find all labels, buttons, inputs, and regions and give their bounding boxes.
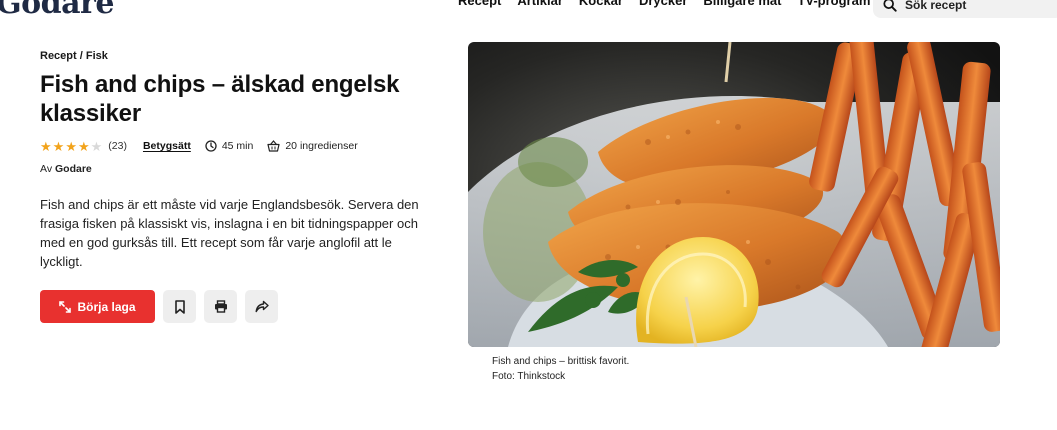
- image-credit: Foto: Thinkstock: [492, 371, 566, 382]
- nav-item-drycker[interactable]: Drycker: [639, 0, 687, 8]
- basket-icon: [267, 140, 280, 152]
- recipe-hero-image: [468, 42, 1000, 347]
- star-icon: ★: [90, 138, 103, 154]
- breadcrumb-recept[interactable]: Recept: [40, 50, 77, 62]
- share-button[interactable]: [245, 290, 278, 323]
- save-recipe-button[interactable]: [163, 290, 196, 323]
- author-name[interactable]: Godare: [55, 163, 92, 175]
- rating-count: (23): [108, 140, 127, 152]
- ingredient-count-value: 20 ingredienser: [285, 140, 358, 152]
- star-icon: ★: [65, 138, 77, 154]
- nav-item-artiklar[interactable]: Artiklar: [517, 0, 563, 8]
- start-cooking-label: Börja laga: [77, 299, 136, 314]
- nav-item-tv-program[interactable]: TV-program: [797, 0, 870, 8]
- print-button[interactable]: [204, 290, 237, 323]
- nav-item-kockar[interactable]: Kockar: [579, 0, 623, 8]
- image-caption-text: Fish and chips – brittisk favorit.: [492, 356, 630, 367]
- bookmark-icon: [174, 299, 185, 314]
- breadcrumb-fisk[interactable]: Fisk: [86, 50, 108, 62]
- expand-icon: [59, 300, 72, 313]
- recipe-meta: ★ ★ ★ ★ ★ (23) Betygsätt 45 min 20 ingredien…: [40, 138, 430, 154]
- recipe-description: Fish and chips är ett måste vid varje En…: [40, 197, 419, 269]
- fish-and-chips-photo: [468, 42, 1000, 347]
- nav-item-recept[interactable]: Recept: [458, 0, 501, 8]
- cook-time-value: 45 min: [221, 140, 254, 152]
- author-prefix: Av: [40, 163, 53, 175]
- rate-recipe-link[interactable]: Betygsätt: [143, 140, 191, 152]
- search-input[interactable]: [905, 0, 1035, 12]
- recipe-actions: Börja laga: [40, 290, 430, 323]
- clock-icon: [205, 140, 217, 152]
- rating-stars: ★ ★ ★ ★ ★: [40, 140, 102, 153]
- nav-item-billigare-mat[interactable]: Billigare mat: [703, 0, 781, 8]
- star-icon: ★: [77, 138, 90, 154]
- page-title: Fish and chips – älskad engelsk klassike…: [40, 71, 400, 127]
- search-icon: [883, 0, 897, 12]
- start-cooking-button[interactable]: Börja laga: [40, 290, 155, 323]
- image-caption: Fish and chips – brittisk favorit. Foto:…: [492, 354, 629, 384]
- site-logo[interactable]: Godare: [0, 0, 114, 21]
- main-nav: Recept Artiklar Kockar Drycker Billigare…: [458, 0, 870, 8]
- breadcrumb: Recept / Fisk: [40, 50, 430, 62]
- print-icon: [214, 300, 227, 313]
- recipe-intro: Recept / Fisk Fish and chips – älskad en…: [40, 50, 430, 323]
- search-bar[interactable]: [873, 0, 1057, 18]
- star-icon: ★: [52, 138, 65, 154]
- author-line: Av Godare: [40, 163, 430, 175]
- cook-time: 45 min: [205, 140, 254, 152]
- share-icon: [255, 300, 269, 313]
- star-icon: ★: [40, 138, 52, 154]
- ingredient-count: 20 ingredienser: [267, 140, 358, 152]
